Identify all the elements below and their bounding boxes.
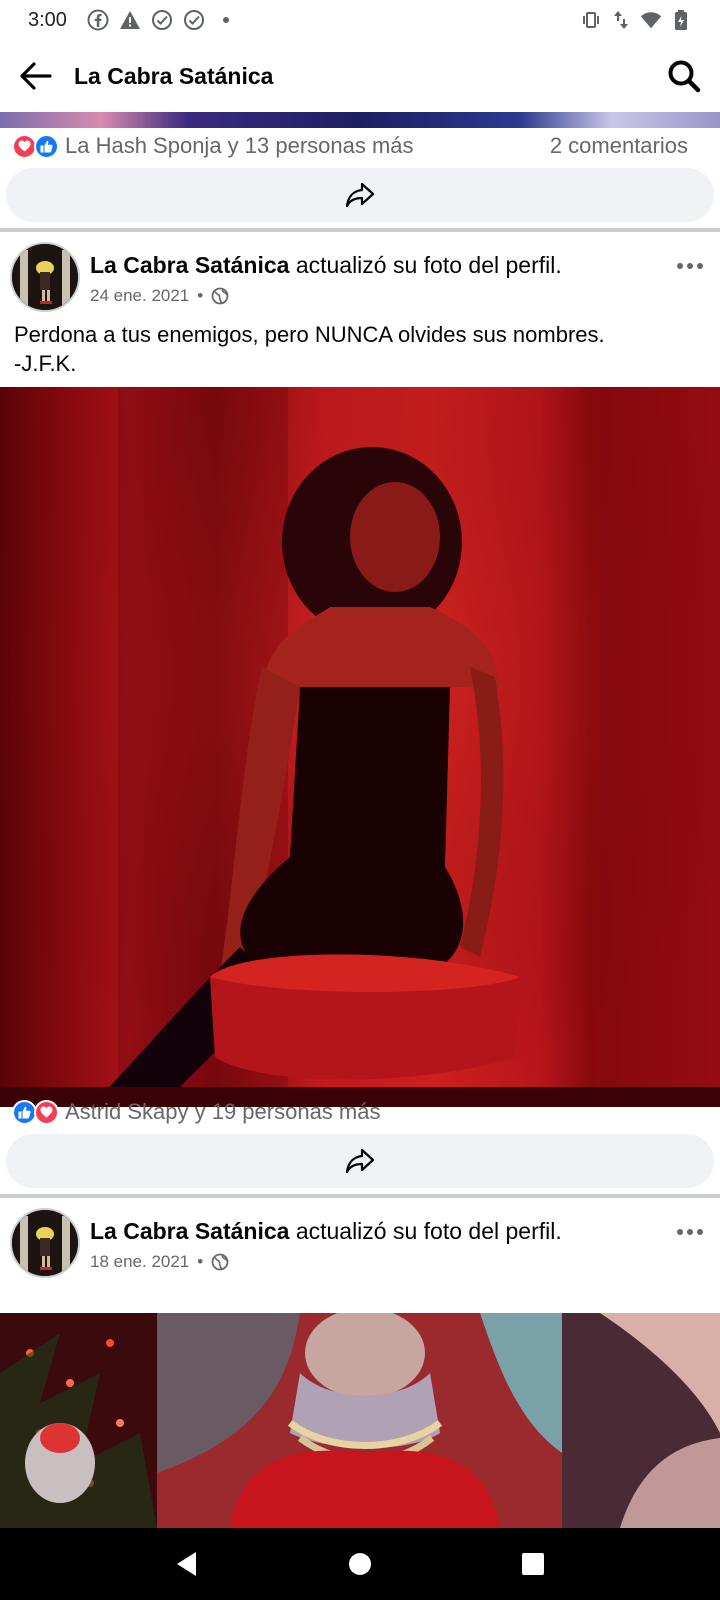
back-button[interactable] bbox=[0, 40, 72, 112]
nav-recents-button[interactable] bbox=[503, 1534, 563, 1594]
reactions-row[interactable]: La Hash Sponja y 13 personas más 2 comen… bbox=[0, 126, 720, 166]
data-arrows-icon bbox=[610, 9, 632, 31]
author-name[interactable]: La Cabra Satánica bbox=[90, 1218, 289, 1244]
meta-separator: • bbox=[197, 1252, 204, 1271]
home-circle-icon bbox=[348, 1553, 371, 1575]
avatar[interactable] bbox=[10, 242, 80, 312]
post-title: La Cabra Satánica actualizó su foto del … bbox=[90, 1218, 562, 1245]
nav-home-button[interactable] bbox=[330, 1534, 390, 1594]
check-circle-icon bbox=[151, 9, 173, 31]
author-name[interactable]: La Cabra Satánica bbox=[90, 252, 289, 278]
share-button[interactable] bbox=[6, 1134, 714, 1188]
meta-separator: • bbox=[197, 286, 204, 305]
reactions-row[interactable]: Astrid Skapy y 19 personas más bbox=[0, 1092, 720, 1132]
post-photo[interactable] bbox=[0, 1313, 720, 1528]
vibrate-icon bbox=[580, 9, 602, 31]
post-header: La Cabra Satánica actualizó su foto del … bbox=[0, 232, 720, 312]
back-arrow-icon bbox=[20, 62, 52, 90]
system-nav-bar bbox=[0, 1528, 720, 1600]
reaction-icons bbox=[12, 1099, 59, 1125]
post-meta: 18 ene. 2021 • bbox=[90, 1252, 229, 1272]
post-action: actualizó su foto del perfil. bbox=[295, 252, 562, 278]
wifi-icon bbox=[640, 9, 662, 31]
post-action: actualizó su foto del perfil. bbox=[295, 1218, 562, 1244]
app-bar: La Cabra Satánica bbox=[0, 40, 720, 112]
status-bar: 3:00 bbox=[0, 0, 720, 40]
reactions-text: Astrid Skapy y 19 personas más bbox=[65, 1099, 381, 1124]
post-photo[interactable] bbox=[0, 387, 720, 1107]
post-meta: 24 ene. 2021 • bbox=[90, 286, 229, 306]
dot-icon bbox=[215, 9, 237, 31]
page-title: La Cabra Satánica bbox=[74, 62, 274, 89]
globe-icon bbox=[211, 1253, 229, 1271]
search-icon bbox=[668, 60, 701, 93]
comments-count[interactable]: 2 comentarios bbox=[550, 133, 688, 159]
share-button[interactable] bbox=[6, 168, 714, 222]
post-header: La Cabra Satánica actualizó su foto del … bbox=[0, 1198, 720, 1278]
facebook-icon bbox=[87, 9, 109, 31]
warning-icon bbox=[119, 9, 141, 31]
search-button[interactable] bbox=[648, 40, 720, 112]
love-reaction-icon bbox=[34, 1099, 59, 1125]
post-text-line: -J.F.K. bbox=[14, 351, 77, 376]
status-icons-right bbox=[580, 9, 692, 31]
post-text-line: Perdona a tus enemigos, pero NUNCA olvid… bbox=[14, 322, 605, 347]
avatar[interactable] bbox=[10, 1208, 80, 1278]
more-options-button[interactable] bbox=[670, 252, 710, 280]
like-reaction-icon bbox=[34, 133, 59, 159]
back-triangle-icon bbox=[176, 1552, 196, 1576]
more-options-button[interactable] bbox=[670, 1218, 710, 1246]
battery-icon bbox=[670, 9, 692, 31]
status-icons-left bbox=[87, 9, 237, 31]
post-text: Perdona a tus enemigos, pero NUNCA olvid… bbox=[14, 320, 704, 378]
reaction-icons bbox=[12, 133, 59, 159]
share-icon bbox=[345, 182, 375, 208]
status-time: 3:00 bbox=[28, 8, 67, 31]
feed[interactable]: La Hash Sponja y 13 personas más 2 comen… bbox=[0, 112, 720, 1528]
share-icon bbox=[345, 1148, 375, 1174]
reactions-text: La Hash Sponja y 13 personas más bbox=[65, 133, 414, 158]
post-title: La Cabra Satánica actualizó su foto del … bbox=[90, 252, 562, 279]
post-date[interactable]: 24 ene. 2021 bbox=[90, 286, 189, 306]
globe-icon bbox=[211, 287, 229, 305]
check-circle-icon bbox=[183, 9, 205, 31]
nav-back-button[interactable] bbox=[157, 1534, 217, 1594]
recents-square-icon bbox=[522, 1553, 545, 1575]
post-date[interactable]: 18 ene. 2021 bbox=[90, 1252, 189, 1272]
more-icon bbox=[677, 263, 703, 269]
more-icon bbox=[677, 1229, 703, 1235]
